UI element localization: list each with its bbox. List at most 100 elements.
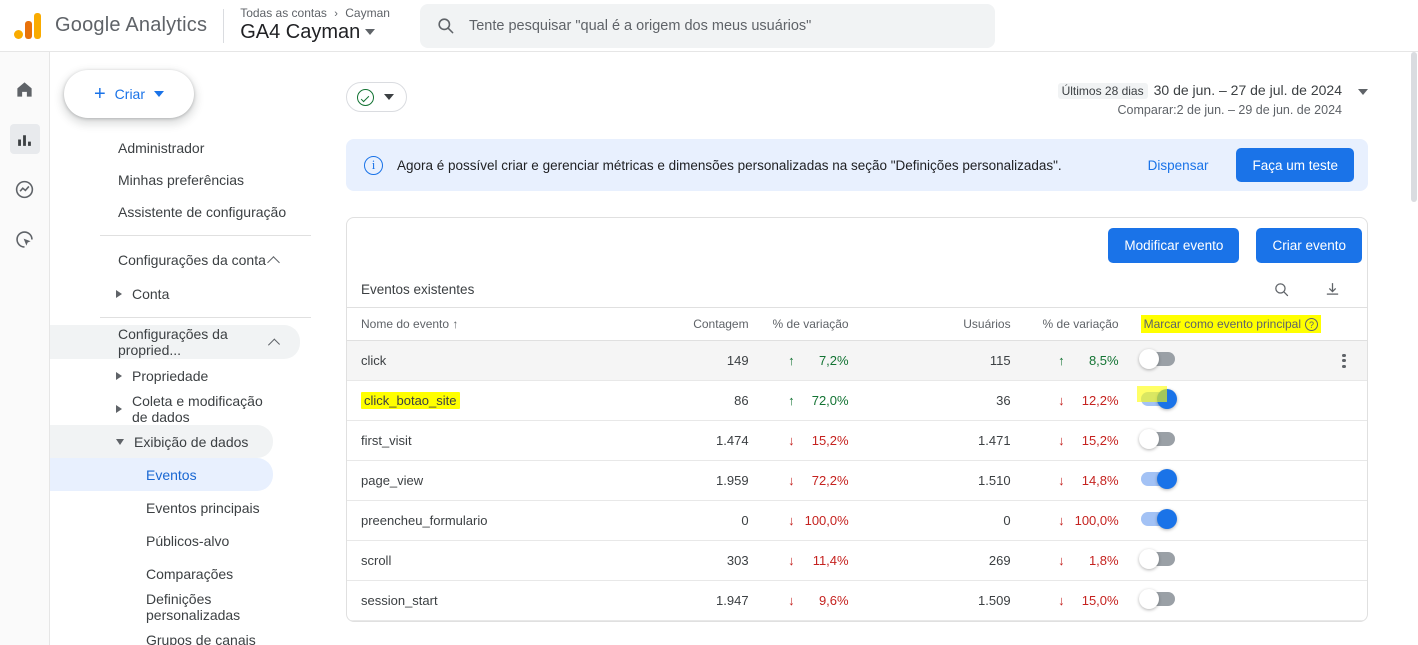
sidebar-item-label: Conta [132, 285, 170, 302]
sidebar-item-minhas-preferencias[interactable]: Minhas preferências [50, 164, 323, 196]
sidebar-item-publicos-alvo[interactable]: Públicos-alvo [50, 524, 273, 557]
table-row[interactable]: click 149 ↑ 7,2% 115 ↑ 8,5% [347, 340, 1367, 382]
create-button[interactable]: + Criar [64, 70, 194, 118]
column-header-count[interactable]: Contagem [652, 308, 749, 342]
delta-value: 1,8% [1088, 553, 1119, 569]
column-header-users[interactable]: Usuários [860, 308, 1011, 342]
sidebar-item-comparacoes[interactable]: Comparações [50, 557, 273, 590]
events-table: Nome do evento ↑ Contagem % de variação … [347, 308, 1367, 622]
chevron-down-icon [154, 91, 165, 97]
try-it-button[interactable]: Faça um teste [1236, 148, 1354, 182]
modify-event-button[interactable]: Modificar evento [1108, 227, 1240, 263]
arrow-up-icon: ↑ [788, 353, 795, 369]
table-row[interactable]: page_view 1.959 ↓ 72,2% 1.510 ↓ 14,8% [347, 460, 1367, 502]
mark-key-event-cell [1118, 580, 1321, 622]
sidebar-item-coleta-e-modificacao-de-dados[interactable]: Coleta e modificação de dados [50, 392, 273, 425]
existing-events-title: Eventos existentes [361, 282, 475, 297]
mark-key-event-cell [1118, 340, 1321, 382]
table-row[interactable]: preencheu_formulario 0 ↓ 100,0% 0 ↓ 100,0% [347, 500, 1367, 542]
arrow-down-icon: ↓ [1058, 593, 1065, 609]
property-name[interactable]: GA4 Cayman [240, 21, 390, 44]
sidebar-divider [100, 317, 311, 318]
data-quality-chip[interactable] [346, 82, 407, 112]
search-input[interactable]: Tente pesquisar "qual é a origem dos meu… [469, 18, 811, 34]
column-header-event-name[interactable]: Nome do evento ↑ [347, 308, 653, 342]
more-vert-icon[interactable] [1321, 353, 1367, 369]
column-header-mark-as-key-event[interactable]: Marcar como evento principal? [1118, 308, 1321, 342]
delta-value: 72,2% [811, 473, 849, 489]
mark-key-event-toggle[interactable] [1138, 429, 1175, 450]
event-users-delta-cell: ↓ 15,0% [1010, 580, 1119, 622]
top-bar: Google Analytics Todas as contas › Cayma… [0, 0, 1418, 52]
row-actions-cell [1321, 380, 1367, 422]
chevron-down-icon [365, 29, 376, 36]
triangle-down-icon [116, 438, 124, 445]
info-banner: i Agora é possível criar e gerenciar mét… [346, 139, 1368, 191]
sidebar-item-eventos[interactable]: Eventos [50, 458, 273, 491]
sidebar-item-conta[interactable]: Conta [50, 277, 273, 310]
column-header-users-delta[interactable]: % de variação [1010, 308, 1119, 342]
check-circle-icon [357, 88, 374, 106]
date-range-primary: Últimos 28 dias 30 de jun. – 27 de jul. d… [1057, 82, 1342, 99]
row-actions-cell [1321, 500, 1367, 542]
event-users-cell: 1.509 [860, 580, 1011, 622]
chevron-down-icon [384, 94, 394, 100]
account-property-selector[interactable]: Todas as contas › Cayman GA4 Cayman [240, 6, 390, 44]
event-users-cell: 36 [860, 380, 1011, 422]
search-icon[interactable] [1273, 281, 1290, 298]
mark-key-event-cell [1118, 380, 1321, 422]
create-event-button[interactable]: Criar evento [1256, 227, 1362, 263]
scrollbar-thumb[interactable] [1411, 52, 1417, 202]
page-scrollbar[interactable] [1410, 52, 1418, 645]
sidebar-item-definicoes-personalizadas[interactable]: Definições personalizadas [50, 590, 273, 623]
table-row[interactable]: session_start 1.947 ↓ 9,6% 1.509 ↓ 15,0% [347, 580, 1367, 622]
sidebar-item-propriedade[interactable]: Propriedade [50, 359, 273, 392]
sidebar-item-grupos-de-canais[interactable]: Grupos de canais [50, 623, 273, 645]
event-users-delta-cell: ↓ 15,2% [1010, 420, 1119, 462]
sidebar-section-account-settings[interactable]: Configurações da conta [50, 243, 300, 277]
home-icon[interactable] [10, 74, 40, 104]
mark-key-event-toggle[interactable] [1138, 549, 1175, 570]
column-header-count-delta[interactable]: % de variação [748, 308, 861, 342]
sidebar-item-label: Assistente de configuração [118, 204, 287, 220]
arrow-down-icon: ↓ [788, 553, 795, 569]
mark-key-event-toggle[interactable] [1138, 349, 1175, 370]
existing-events-subheader: Eventos existentes [347, 272, 1367, 308]
sidebar-item-assistente-de-configuracao[interactable]: Assistente de configuração [50, 196, 323, 228]
mark-key-event-toggle[interactable] [1140, 469, 1177, 490]
mark-key-event-cell [1118, 420, 1321, 462]
event-count-cell: 86 [652, 380, 749, 422]
table-row[interactable]: click_botao_site 86 ↑ 72,0% 36 ↓ 12,2% [347, 380, 1367, 422]
event-name-highlighted: click_botao_site [361, 392, 460, 410]
table-row[interactable]: scroll 303 ↓ 11,4% 269 ↓ 1,8% [347, 540, 1367, 582]
delta-value: 100,0% [804, 513, 849, 529]
explore-icon[interactable] [10, 174, 40, 204]
mark-key-event-toggle[interactable] [1138, 589, 1175, 610]
download-icon[interactable] [1324, 281, 1341, 298]
event-count-delta-cell: ↑ 7,2% [748, 340, 861, 382]
sidebar-item-administrador[interactable]: Administrador [50, 132, 323, 164]
table-row[interactable]: first_visit 1.474 ↓ 15,2% 1.471 ↓ 15,2% [347, 420, 1367, 462]
arrow-down-icon: ↓ [788, 593, 795, 609]
event-name-cell: first_visit [347, 420, 653, 462]
event-users-delta-cell: ↓ 1,8% [1010, 540, 1119, 582]
sidebar-item-exibicao-de-dados[interactable]: Exibição de dados [50, 425, 273, 458]
dismiss-button[interactable]: Dispensar [1134, 158, 1223, 173]
search-bar[interactable]: Tente pesquisar "qual é a origem dos meu… [419, 3, 995, 48]
mark-key-event-toggle[interactable] [1140, 509, 1177, 530]
date-range-selector[interactable]: Últimos 28 dias 30 de jun. – 27 de jul. d… [1057, 82, 1368, 117]
sidebar-item-label: Grupos de canais [146, 631, 256, 645]
help-icon[interactable]: ? [1305, 318, 1318, 332]
event-count-delta-cell: ↓ 11,4% [748, 540, 861, 582]
sidebar-section-property-settings[interactable]: Configurações da propried... [50, 325, 300, 359]
triangle-right-icon [116, 404, 122, 413]
event-users-cell: 1.471 [860, 420, 1011, 462]
event-count-delta-cell: ↓ 72,2% [748, 460, 861, 502]
event-name-cell: scroll [347, 540, 653, 582]
event-count-cell: 149 [652, 340, 749, 382]
delta-value: 7,2% [818, 353, 849, 369]
property-label: GA4 Cayman [240, 20, 361, 43]
advertising-cursor-icon[interactable] [10, 224, 40, 254]
sidebar-item-eventos-principais[interactable]: Eventos principais [50, 491, 273, 524]
reports-bar-chart-icon[interactable] [9, 124, 40, 154]
